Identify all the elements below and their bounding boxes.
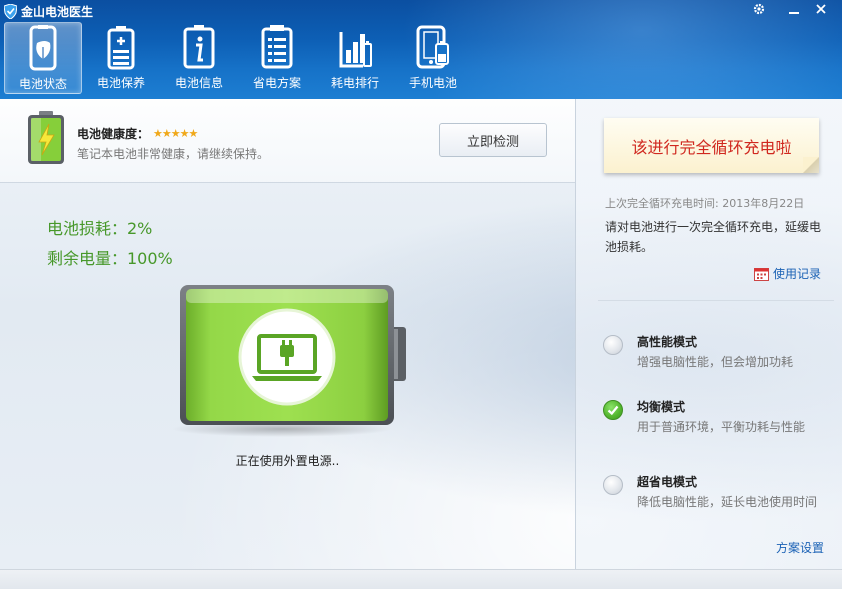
nav-battery-care[interactable]: 电池保养 <box>82 22 160 94</box>
nav-label: 耗电排行 <box>330 76 379 90</box>
settings-button[interactable] <box>748 0 770 18</box>
nav-battery-status[interactable]: 电池状态 <box>4 22 82 94</box>
usage-records-label: 使用记录 <box>773 267 822 281</box>
mode-title: 高性能模式 <box>637 335 698 349</box>
list-icon <box>261 25 293 69</box>
note-page-curl <box>803 157 819 173</box>
mode-radio-checked[interactable] <box>603 400 623 420</box>
nav-label: 电池保养 <box>96 76 145 90</box>
battery-remaining: 剩余电量：100% <box>47 249 173 268</box>
app-title-bar: 金山电池医生 <box>4 2 93 20</box>
nav-label: 手机电池 <box>408 76 457 90</box>
mode-title: 超省电模式 <box>637 475 698 489</box>
nav-label: 省电方案 <box>252 76 301 90</box>
detect-now-button[interactable]: 立即检测 <box>439 123 547 157</box>
minimize-icon <box>789 12 799 14</box>
health-rating-stars: ★★★★★ <box>153 127 198 140</box>
mode-description: 降低电脑性能，延长电池使用时间 <box>637 495 818 509</box>
nav-label: 电池信息 <box>174 76 223 90</box>
right-panel: 该进行完全循环充电啦 上次完全循环充电时间: 2013年8月22日 请对电池进行… <box>575 99 842 569</box>
health-panel: 电池健康度： ★★★★★ 笔记本电池非常健康，请继续保持。 立即检测 <box>0 99 575 183</box>
nav-power-ranking[interactable]: 耗电排行 <box>316 22 394 94</box>
gear-icon <box>753 3 765 15</box>
app-title: 金山电池医生 <box>21 4 94 19</box>
close-button[interactable] <box>810 0 832 18</box>
battery-charging-icon <box>28 111 64 164</box>
charge-reminder-note: 该进行完全循环充电啦 <box>604 118 819 173</box>
last-full-charge-time: 上次完全循环充电时间: 2013年8月22日 <box>605 197 805 210</box>
power-source-status: 正在使用外置电源.. <box>235 454 340 468</box>
phone-battery-icon <box>416 25 449 69</box>
nav-label: 电池状态 <box>18 77 67 91</box>
nav-phone-battery[interactable]: 手机电池 <box>394 22 472 94</box>
title-toolbar: 金山电池医生 电池状态 电池保养 电池信息 省电方案 耗电排行 手机电池 <box>0 0 842 99</box>
plan-settings-link[interactable]: 方案设置 <box>776 539 824 556</box>
nav-battery-info[interactable]: 电池信息 <box>160 22 238 94</box>
info-icon <box>183 25 215 69</box>
charge-reminder-text: 该进行完全循环充电啦 <box>631 137 792 157</box>
battery-leaf-icon <box>29 25 57 71</box>
health-title: 电池健康度： ★★★★★ <box>77 125 198 142</box>
mode-description: 增强电脑性能，但会增加功耗 <box>637 355 794 369</box>
main-area: 电池健康度： ★★★★★ 笔记本电池非常健康，请继续保持。 立即检测 电池损耗：… <box>0 99 842 569</box>
health-label: 电池健康度： <box>77 127 150 141</box>
mode-title: 均衡模式 <box>637 400 686 414</box>
main-nav: 电池状态 电池保养 电池信息 省电方案 耗电排行 手机电池 <box>4 22 472 94</box>
battery-plus-icon <box>107 26 135 70</box>
mode-description: 用于普通环境，平衡功耗与性能 <box>637 420 806 434</box>
battery-loss: 电池损耗：2% <box>47 219 153 238</box>
battery-level-graphic <box>172 285 406 437</box>
close-icon <box>816 4 826 14</box>
minimize-button[interactable] <box>783 0 805 18</box>
battery-status-panel: 电池健康度： ★★★★★ 笔记本电池非常健康，请继续保持。 立即检测 电池损耗：… <box>0 99 575 569</box>
nav-power-plan[interactable]: 省电方案 <box>238 22 316 94</box>
bottom-strip <box>0 569 842 589</box>
usage-records-link[interactable]: 使用记录 <box>754 265 821 282</box>
mode-radio[interactable] <box>603 335 623 355</box>
shield-logo-icon <box>4 3 17 19</box>
bar-chart-icon <box>339 32 372 68</box>
check-icon <box>607 405 619 416</box>
health-description: 笔记本电池非常健康，请继续保持。 <box>77 147 270 161</box>
mode-radio[interactable] <box>603 475 623 495</box>
divider <box>598 300 834 301</box>
charge-advice: 请对电池进行一次完全循环充电，延缓电池损耗。 <box>605 220 822 254</box>
calendar-icon <box>754 267 769 281</box>
